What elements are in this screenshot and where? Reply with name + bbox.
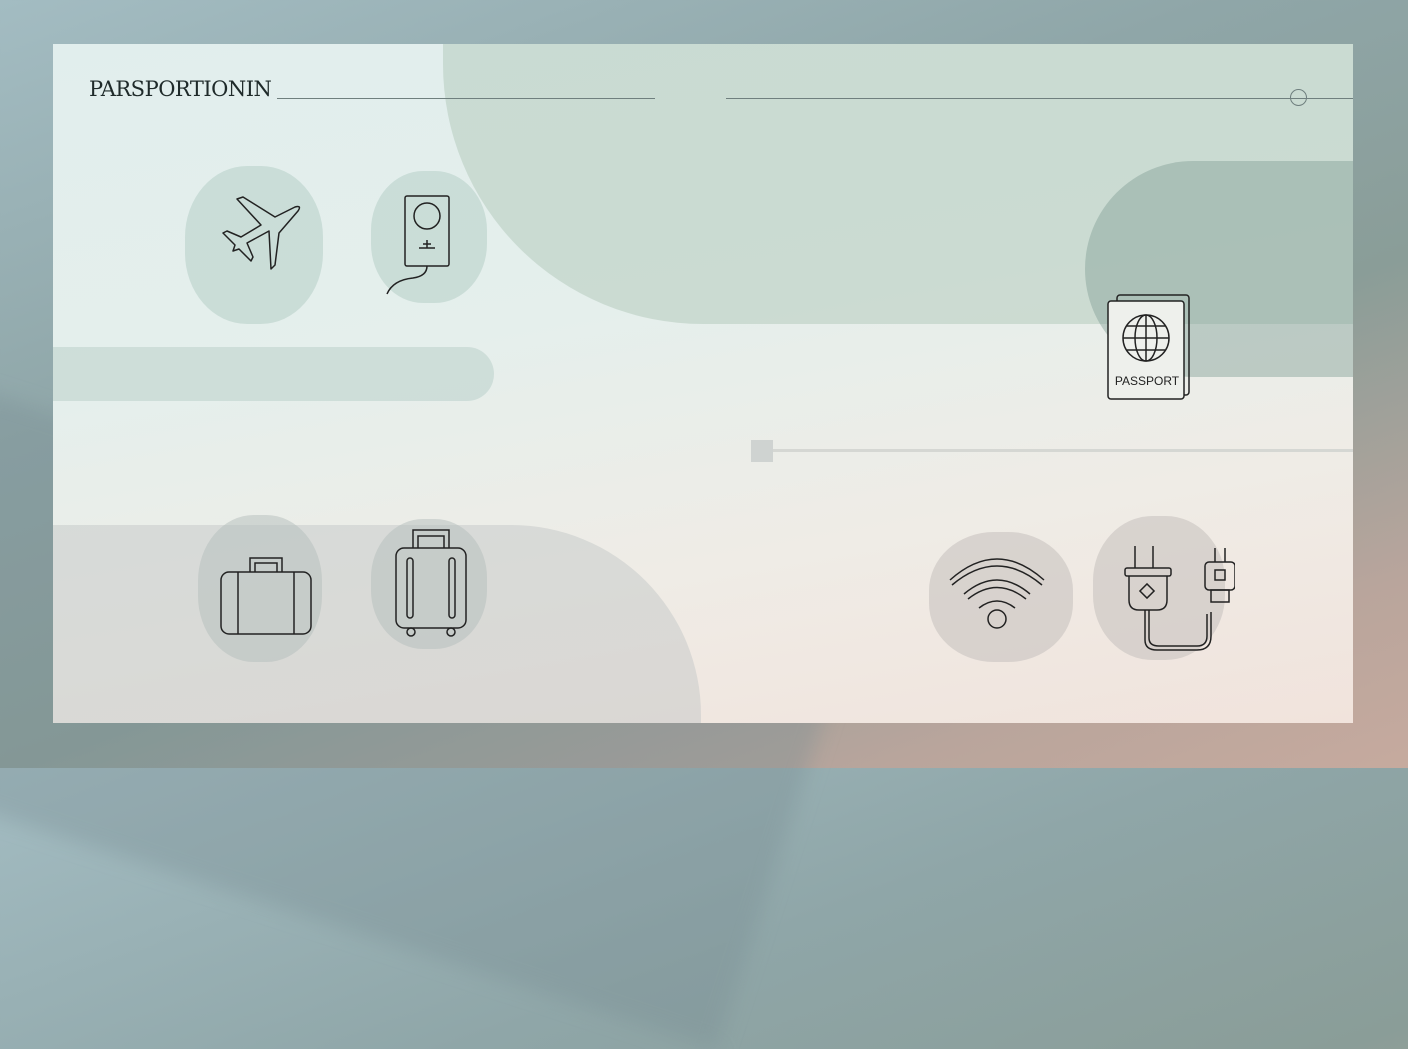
suitcase-icon xyxy=(395,529,467,637)
decor-bar xyxy=(53,347,494,401)
wifi-icon xyxy=(949,558,1045,629)
slider-knob[interactable] xyxy=(1290,89,1307,106)
main-card: PARSPORTIONIN PASSPORT xyxy=(53,44,1353,723)
airplane-icon xyxy=(222,196,301,270)
passport-label: PASSPORT xyxy=(1114,374,1180,388)
plug-icon xyxy=(1124,546,1235,651)
passport-book-icon xyxy=(386,195,450,295)
briefcase-icon xyxy=(220,557,312,635)
page-title: PARSPORTIONIN xyxy=(89,77,272,101)
slider-track[interactable] xyxy=(773,449,1353,452)
divider xyxy=(277,98,655,99)
divider xyxy=(726,98,1353,99)
slider-handle[interactable] xyxy=(751,440,773,462)
